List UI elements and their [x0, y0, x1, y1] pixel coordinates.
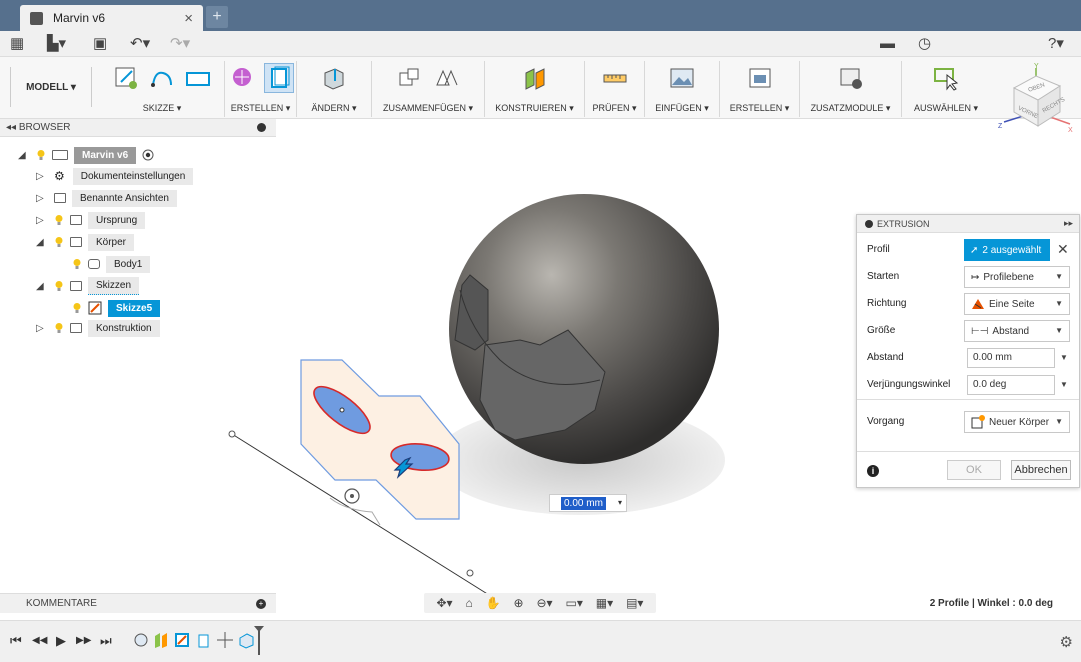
cursor-arrow-icon: ➚: [970, 244, 979, 256]
sphere-body[interactable]: [449, 194, 719, 464]
ellipse-center-point: [339, 407, 345, 413]
operation-label: Vorgang: [867, 416, 905, 427]
axis-endpoint[interactable]: [228, 430, 236, 438]
extrusion-dialog: EXTRUSION ▸▸ Profil ➚ 2 ausgewählt ✕ Sta…: [856, 214, 1080, 488]
pan-icon[interactable]: ✋: [486, 596, 501, 610]
clear-selection-icon[interactable]: ✕: [1057, 241, 1069, 258]
distance-icon: ⊢⊣: [971, 325, 989, 337]
profile-plane-icon: ↦: [971, 271, 980, 283]
extent-type-label: Größe: [867, 325, 896, 336]
extent-type-row: Größe ⊢⊣ Abstand ▼: [857, 318, 1079, 344]
expand-dialog-icon[interactable]: ▸▸: [1064, 218, 1073, 229]
info-icon[interactable]: i: [867, 465, 879, 477]
timeline-play-icon[interactable]: ▶: [56, 633, 66, 649]
direction-value: Eine Seite: [989, 298, 1035, 310]
timeline: ⏮ ◀◀ ▶ ▶▶ ⏭ ⚙: [0, 620, 1081, 662]
manipulator-center: [350, 494, 354, 498]
operation-value: Neuer Körper: [989, 416, 1050, 428]
start-select[interactable]: ↦ Profilebene ▼: [964, 266, 1070, 288]
profile-label: Profil: [867, 244, 890, 255]
profile-selection-button[interactable]: ➚ 2 ausgewählt: [964, 239, 1050, 261]
fit-icon[interactable]: ⊖▾: [536, 596, 552, 610]
profile-selection-count: 2 ausgewählt: [982, 244, 1042, 256]
timeline-first-icon[interactable]: ⏮: [10, 633, 22, 649]
timeline-settings-icon[interactable]: ⚙: [1060, 633, 1073, 651]
chevron-down-icon[interactable]: ▼: [1055, 417, 1063, 426]
axis-endpoint[interactable]: [466, 569, 474, 577]
direction-label: Richtung: [867, 298, 907, 309]
distance-label: Abstand: [867, 352, 904, 363]
add-comment-icon[interactable]: +: [256, 599, 266, 609]
distance-value[interactable]: 0.00 mm: [561, 497, 606, 510]
timeline-sphere-feature-icon[interactable]: [133, 631, 149, 649]
extrusion-dialog-header[interactable]: EXTRUSION ▸▸: [857, 215, 1079, 233]
dialog-divider: [857, 451, 1079, 452]
taper-angle-row: Verjüngungswinkel 0.0 deg ▼: [857, 372, 1079, 398]
navigation-bar: ✥▾ ⌂ ✋ ⊕ ⊖▾ ▭▾ ▦▾ ▤▾: [424, 593, 656, 613]
timeline-plane-feature-icon[interactable]: [153, 631, 169, 649]
timeline-prev-icon[interactable]: ◀◀: [32, 635, 47, 646]
timeline-next-icon[interactable]: ▶▶: [76, 635, 91, 646]
chevron-down-icon[interactable]: ▼: [1060, 353, 1068, 362]
distance-input-popup[interactable]: 0.00 mm ▾: [549, 494, 627, 512]
profile-row: Profil ➚ 2 ausgewählt ✕: [857, 237, 1079, 263]
start-row: Starten ↦ Profilebene ▼: [857, 264, 1079, 290]
operation-row: Vorgang Neuer Körper ▼: [857, 409, 1079, 435]
ok-button[interactable]: OK: [947, 460, 1001, 480]
extent-type-select[interactable]: ⊢⊣ Abstand ▼: [964, 320, 1070, 342]
dialog-divider: [857, 399, 1079, 400]
start-value: Profilebene: [983, 271, 1034, 283]
direction-select[interactable]: Eine Seite ▼: [964, 293, 1070, 315]
chevron-down-icon[interactable]: ▼: [1055, 272, 1063, 281]
dialog-title: EXTRUSION: [877, 218, 930, 229]
display-settings-icon[interactable]: ▭▾: [565, 596, 582, 610]
taper-angle-label: Verjüngungswinkel: [867, 379, 951, 390]
timeline-body-feature-icon[interactable]: [238, 631, 254, 649]
timeline-extrude-feature-icon[interactable]: [196, 631, 212, 649]
taper-angle-field[interactable]: 0.0 deg: [967, 375, 1055, 395]
sketch-plane[interactable]: [300, 359, 460, 520]
zoom-icon[interactable]: ⊕: [514, 596, 524, 610]
timeline-move-feature-icon[interactable]: [217, 631, 233, 649]
timeline-last-icon[interactable]: ⏭: [100, 633, 112, 649]
viewports-icon[interactable]: ▤▾: [626, 596, 643, 610]
distance-row: Abstand 0.00 mm ▼: [857, 345, 1079, 371]
chevron-down-icon[interactable]: ▼: [1055, 299, 1063, 308]
chevron-down-icon[interactable]: ▼: [1055, 326, 1063, 335]
direction-row: Richtung Eine Seite ▼: [857, 291, 1079, 317]
one-side-icon: [972, 299, 984, 309]
grid-settings-icon[interactable]: ▦▾: [596, 596, 613, 610]
dialog-pin-icon[interactable]: [865, 219, 873, 228]
comments-panel-header[interactable]: KOMMENTARE +: [0, 593, 276, 613]
timeline-sketch-feature-icon[interactable]: [174, 631, 190, 649]
cancel-button[interactable]: Abbrechen: [1011, 460, 1071, 480]
start-label: Starten: [867, 271, 900, 282]
extent-type-value: Abstand: [992, 325, 1030, 337]
orbit-icon[interactable]: ✥▾: [436, 596, 452, 610]
operation-select[interactable]: Neuer Körper ▼: [964, 411, 1070, 433]
chevron-down-icon[interactable]: ▾: [618, 498, 622, 507]
chevron-down-icon[interactable]: ▼: [1060, 380, 1068, 389]
comments-label: KOMMENTARE: [26, 598, 97, 609]
look-at-icon[interactable]: ⌂: [465, 596, 472, 610]
timeline-marker-icon[interactable]: [253, 625, 265, 655]
new-body-icon: [971, 415, 985, 429]
distance-field[interactable]: 0.00 mm: [967, 348, 1055, 368]
status-text: 2 Profile | Winkel : 0.0 deg: [929, 598, 1053, 609]
